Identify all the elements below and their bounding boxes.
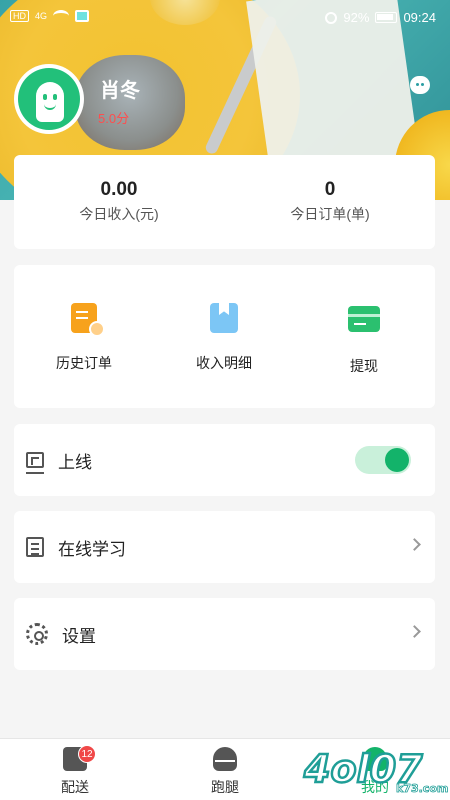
- income-details-label: 收入明细: [196, 355, 252, 371]
- today-income-value: 0.00: [100, 179, 138, 200]
- online-study-label: 在线学习: [58, 539, 126, 559]
- hd-indicator: HD: [10, 10, 29, 22]
- username: 肖冬: [100, 80, 140, 102]
- today-income-stat: 0.00 今日收入(元): [14, 179, 224, 224]
- signal-indicator: 4G: [35, 11, 48, 21]
- ghost-mascot-icon: [36, 82, 64, 122]
- delivery-badge: 12: [78, 745, 96, 763]
- online-toggle[interactable]: [355, 446, 411, 474]
- settings-label: 设置: [62, 626, 96, 646]
- gear-icon: [26, 623, 48, 645]
- tab-delivery[interactable]: 12 配送: [0, 739, 150, 800]
- online-row: 上线: [14, 424, 435, 496]
- wifi-icon: [53, 10, 70, 22]
- battery-icon: [375, 12, 398, 23]
- income-details-button[interactable]: 收入明细: [154, 303, 294, 373]
- income-details-icon: [210, 303, 238, 333]
- message-icon[interactable]: [410, 76, 430, 94]
- tab-errand-label: 跑腿: [211, 779, 239, 795]
- today-orders-value: 0: [324, 179, 336, 200]
- history-orders-icon: [71, 303, 105, 337]
- watermark-text: k73.com: [396, 782, 448, 795]
- clock: 09:24: [403, 10, 436, 25]
- status-bar-right: 92% 09:24: [325, 10, 436, 25]
- today-orders-stat: 0 今日订单(单): [225, 179, 435, 224]
- study-icon: [26, 537, 44, 557]
- withdraw-button[interactable]: 提现: [294, 303, 434, 376]
- online-study-row[interactable]: 在线学习: [14, 511, 435, 583]
- battery-percent: 92%: [343, 10, 370, 25]
- online-label: 上线: [58, 452, 92, 472]
- tab-delivery-label: 配送: [61, 779, 89, 795]
- history-orders-label: 历史订单: [56, 355, 112, 371]
- online-icon: [26, 452, 44, 474]
- chevron-right-icon: [408, 625, 421, 638]
- chevron-right-icon: [408, 538, 421, 551]
- avatar-image: [18, 68, 80, 130]
- settings-row[interactable]: 设置: [14, 598, 435, 670]
- user-rating: 5.0分: [98, 111, 130, 126]
- today-income-label: 今日收入(元): [79, 206, 159, 222]
- app-notification-icon: [75, 10, 90, 22]
- withdraw-label: 提现: [350, 358, 378, 374]
- status-bar: HD 4G 92% 09:24: [0, 0, 450, 36]
- status-bar-left: HD 4G: [10, 10, 90, 22]
- tab-errand[interactable]: 跑腿: [150, 739, 300, 800]
- quick-actions-card: 历史订单 收入明细 提现: [14, 265, 435, 408]
- today-orders-label: 今日订单(单): [290, 206, 370, 222]
- alarm-icon: [325, 11, 338, 24]
- toggle-knob: [385, 448, 409, 472]
- withdraw-icon: [348, 306, 380, 332]
- watermark-logo: 4ol07 k73.com: [300, 740, 449, 796]
- stats-card: 0.00 今日收入(元) 0 今日订单(单): [14, 155, 435, 249]
- errand-icon: [213, 747, 237, 771]
- avatar[interactable]: [14, 64, 84, 134]
- history-orders-button[interactable]: 历史订单: [14, 303, 154, 373]
